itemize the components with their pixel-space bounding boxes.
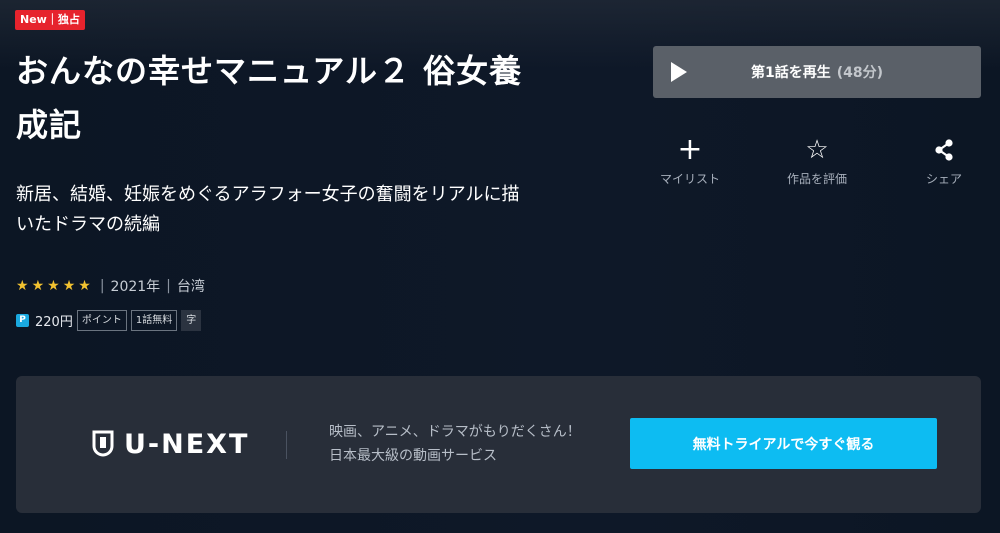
promo-line-1: 映画、アニメ、ドラマがもりだくさん！ <box>329 424 581 440</box>
description: 新居、結婚、妊娠をめぐるアラフォー女子の奮闘をリアルに描いたドラマの続編 <box>16 184 520 235</box>
first-episode-free-chip: 1話無料 <box>130 309 178 331</box>
rating-stars: ★ ★ ★ ★ ★ <box>16 278 94 294</box>
unext-logo: U-NEXT <box>92 427 249 461</box>
mylist-button[interactable]: + マイリスト <box>645 134 735 187</box>
price-amount: 220円 <box>35 314 73 330</box>
points-chip: ポイント <box>76 309 127 331</box>
subtitle-chip: 字 <box>181 309 202 331</box>
star-icon: ★ <box>47 278 60 294</box>
unext-logo-icon <box>92 430 114 457</box>
point-icon: P <box>16 313 29 327</box>
share-button[interactable]: シェア <box>899 134 989 187</box>
separator: | <box>99 278 105 294</box>
promo-banner: U-NEXT 映画、アニメ、ドラマがもりだくさん！ 日本最大級の動画サービス 無… <box>16 376 981 513</box>
price-row: P 220円 ポイント 1話無料 字 <box>16 309 202 331</box>
share-icon <box>899 134 989 170</box>
play-duration: (48分) <box>836 65 884 81</box>
play-label: 第1話を再生 <box>750 65 831 81</box>
country: 台湾 <box>176 279 205 295</box>
play-episode-button[interactable]: 第1話を再生 (48分) <box>653 46 981 98</box>
promo-text: 映画、アニメ、ドラマがもりだくさん！ 日本最大級の動画サービス <box>329 420 629 468</box>
free-trial-button[interactable]: 無料トライアルで今すぐ観る <box>630 418 937 469</box>
release-year: 2021年 <box>110 279 161 295</box>
star-icon: ★ <box>31 278 45 294</box>
plus-icon: + <box>677 132 703 167</box>
rate-label: 作品を評価 <box>786 172 847 186</box>
share-label: シェア <box>925 172 962 186</box>
play-icon <box>671 62 687 82</box>
rate-button[interactable]: ☆ 作品を評価 <box>772 134 862 187</box>
logo-text: U-NEXT <box>124 428 250 460</box>
star-outline-icon: ☆ <box>805 135 829 165</box>
star-icon: ★ <box>62 278 76 294</box>
divider <box>286 431 287 459</box>
page-title: おんなの幸せマニュアル２ 俗女養成記 <box>16 52 523 144</box>
meta-row: ★ ★ ★ ★ ★ | 2021年 | 台湾 <box>16 276 205 296</box>
star-icon: ★ <box>16 278 29 294</box>
separator: | <box>166 278 171 294</box>
mylist-label: マイリスト <box>659 172 720 186</box>
new-exclusive-badge: New｜独占 <box>15 10 85 30</box>
star-icon: ★ <box>78 278 91 294</box>
promo-line-2: 日本最大級の動画サービス <box>329 448 497 464</box>
